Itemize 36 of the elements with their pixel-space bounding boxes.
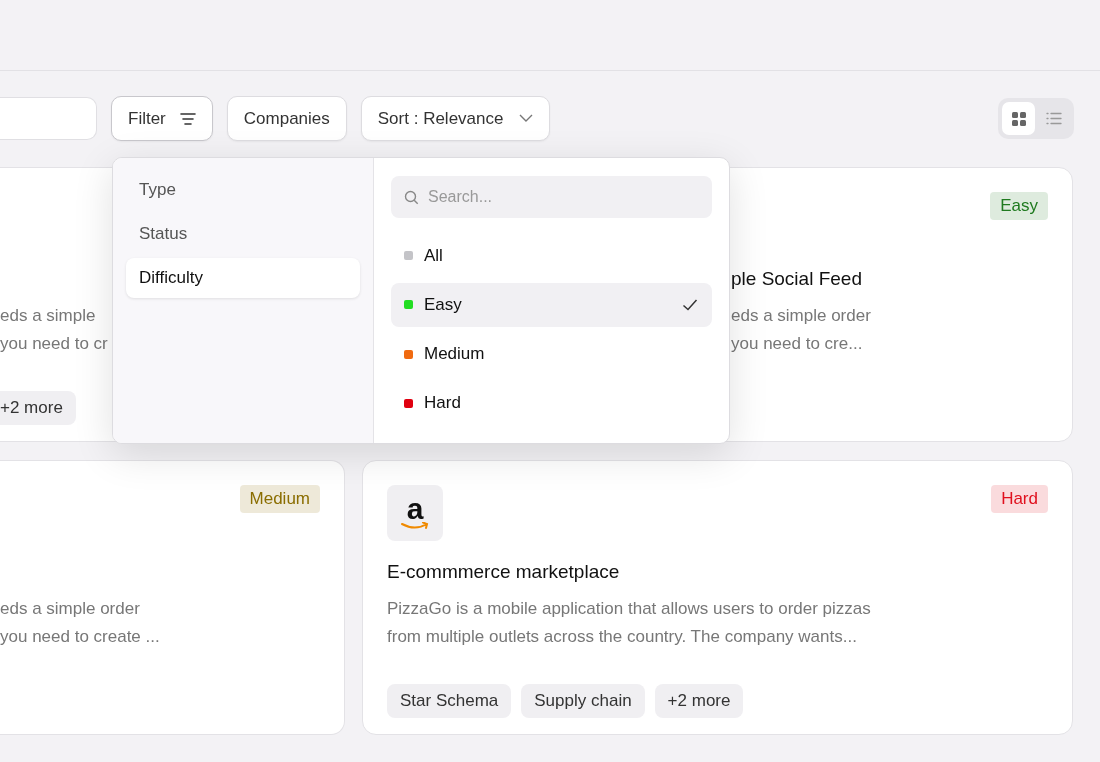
difficulty-badge: Medium [239,485,320,513]
chevron-down-icon [519,114,534,123]
card-title: ple Social Feed [731,268,862,289]
description-line: you need to create ... [0,626,161,648]
list-icon [1045,112,1062,125]
description-line: eds a simple [0,305,97,327]
description-line: eds a simple order [0,598,141,620]
difficulty-badge: Hard [991,485,1048,513]
filter-icon [179,111,196,126]
description-line: you need to cr [0,333,109,355]
tag: Star Schema [387,684,512,718]
description-line: PizzaGo is a mobile application that allows users to order pizzas [387,598,872,620]
tag: Supply chain [521,684,645,718]
grid-icon [1011,111,1026,126]
filter-button[interactable]: Filter [111,96,213,141]
checkmark-icon [682,298,698,311]
description-line: eds a simple order [731,305,872,327]
description-line: from multiple outlets across the country. The company wants... [387,626,858,648]
difficulty-option[interactable]: All [391,234,712,278]
logo-icon: a [387,485,443,541]
difficulty-option[interactable]: Hard [391,381,712,425]
grid-view-button[interactable] [1002,102,1035,135]
difficulty-option[interactable]: Medium [391,332,712,376]
difficulty-option[interactable]: Easy [391,283,712,327]
filter-category[interactable]: Type [126,170,360,210]
companies-button[interactable]: Companies [226,96,347,141]
tag: +2 more [654,684,744,718]
filter-category[interactable]: Status [126,214,360,254]
search-field[interactable]: Search... [391,176,712,218]
filter-category[interactable]: Difficulty [126,258,360,298]
sort-dropdown[interactable]: Sort : Relevance [360,96,551,141]
card-title: E-commmerce marketplace [387,561,620,582]
difficulty-badge: Easy [990,192,1048,220]
tag: +2 more [0,391,76,425]
search-field[interactable] [0,97,97,140]
description-line: you need to cre... [731,333,864,355]
